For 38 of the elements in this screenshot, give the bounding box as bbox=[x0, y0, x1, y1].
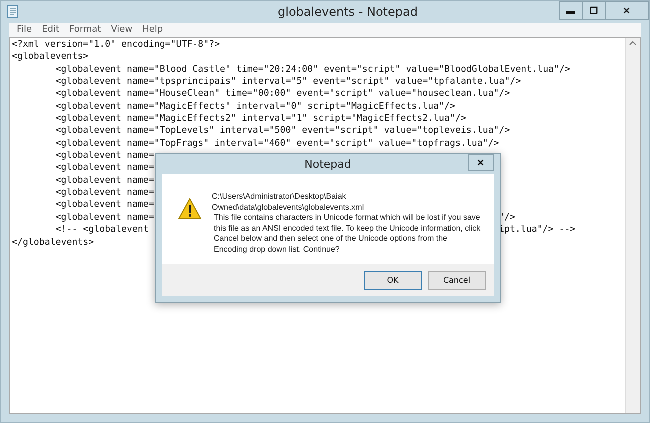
close-button[interactable]: ✕ bbox=[468, 154, 494, 171]
code-line: <globalevent name= bbox=[54, 174, 154, 188]
code-line: <globalevent name= bbox=[54, 162, 154, 175]
code-line: <globalevent name= bbox=[54, 150, 154, 162]
code-line: <globalevent name="Blood Castle" time="20:24:00" event="script" value="BloodGlobalEvent.lua"/> bbox=[54, 64, 570, 76]
code-line: <globalevent name="TopFrags" interval="460" event="script" value="topfrags.lua"/> bbox=[54, 138, 500, 150]
code-line: <globalevent name= bbox=[54, 212, 154, 224]
code-line: <?xml version="1.0" encoding="UTF-8"?> bbox=[12, 39, 220, 52]
code-line: <globalevent name="TopLevels" interval="500" event="script" value="topleveis.lua"/> bbox=[54, 125, 510, 138]
close-button[interactable]: ✕ bbox=[605, 1, 649, 20]
ok-button[interactable]: OK bbox=[364, 270, 422, 290]
minimize-button[interactable]: ▬ bbox=[559, 1, 583, 20]
file-path: Owned\data\globalevents\globalevents.xml bbox=[212, 202, 366, 213]
warning-icon bbox=[178, 198, 202, 220]
code-line: <globalevent name= bbox=[54, 199, 154, 212]
code-fragment: ipt.lua"/> --> bbox=[499, 224, 577, 236]
menu-item[interactable]: File bbox=[13, 25, 36, 35]
maximize-button[interactable]: ❐ bbox=[582, 1, 606, 20]
cancel-button[interactable]: Cancel bbox=[428, 270, 486, 290]
message-text: This file contains characters in Unicode format which will be lost if you save this file as an ANSI encoded text file. To keep the Unicode information, click Cancel below and then select one of the Unicode options from the Encoding drop down list. Continue? bbox=[213, 213, 482, 255]
menu-item[interactable]: Format bbox=[66, 25, 106, 35]
code-line: <globalevents> bbox=[12, 51, 89, 64]
code-line: <globalevent name="MagicEffects" interval="0" script="MagicEffects.lua"/> bbox=[54, 100, 456, 114]
code-line: <globalevent name= bbox=[54, 187, 154, 200]
code-line: <globalevent name="tpsprincipais" interval="5" event="script" value="tpfalante.lua"/> bbox=[54, 76, 522, 88]
code-line: </globalevents> bbox=[12, 236, 94, 249]
window-title: globalevents - Notepad bbox=[277, 5, 418, 19]
code-line: <globalevent name="HouseClean" time="00:00" event="script" value="houseclean.lua"/> bbox=[54, 88, 510, 101]
menu-item[interactable]: Edit bbox=[38, 25, 64, 35]
menu-item[interactable]: Help bbox=[138, 25, 168, 35]
scroll-up-icon[interactable] bbox=[629, 41, 637, 46]
scrollbar[interactable] bbox=[625, 38, 640, 413]
notepad-icon bbox=[7, 5, 19, 19]
file-path: C:\Users\Administrator\Desktop\Baiak bbox=[212, 192, 348, 202]
menu-item[interactable]: View bbox=[107, 25, 137, 35]
code-line: <globalevent name="MagicEffects2" interval="1" script="MagicEffects2.lua"/> bbox=[54, 113, 466, 126]
code-line: <!-- <globalevent bbox=[54, 224, 149, 236]
dialog-title: Notepad bbox=[304, 158, 352, 170]
